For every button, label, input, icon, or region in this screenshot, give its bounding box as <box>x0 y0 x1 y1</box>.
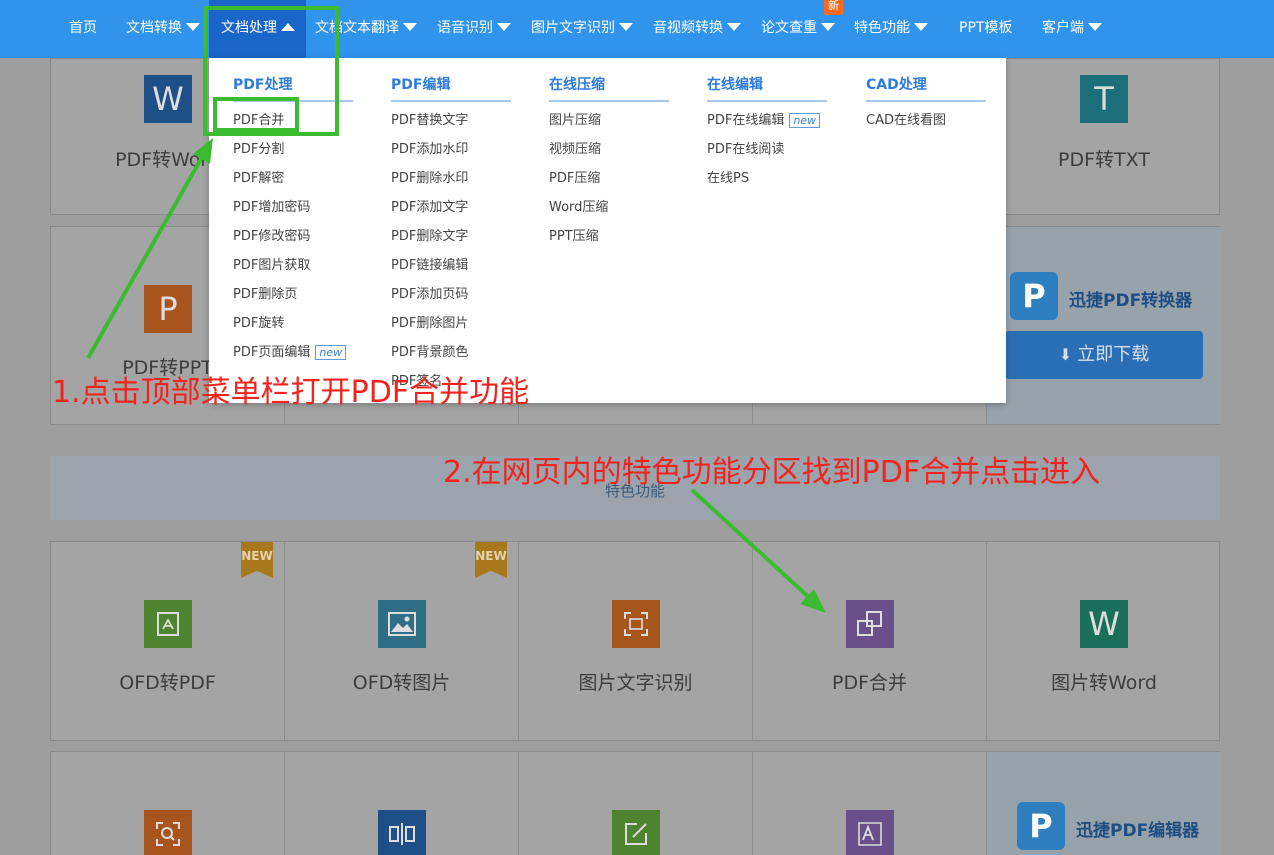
annotation-arrows <box>86 138 826 613</box>
annotation-step-2: 2.在网页内的特色功能分区找到PDF合并点击进入 <box>443 455 1101 490</box>
annotation-step-1: 1.点击顶部菜单栏打开PDF合并功能 <box>52 375 530 410</box>
